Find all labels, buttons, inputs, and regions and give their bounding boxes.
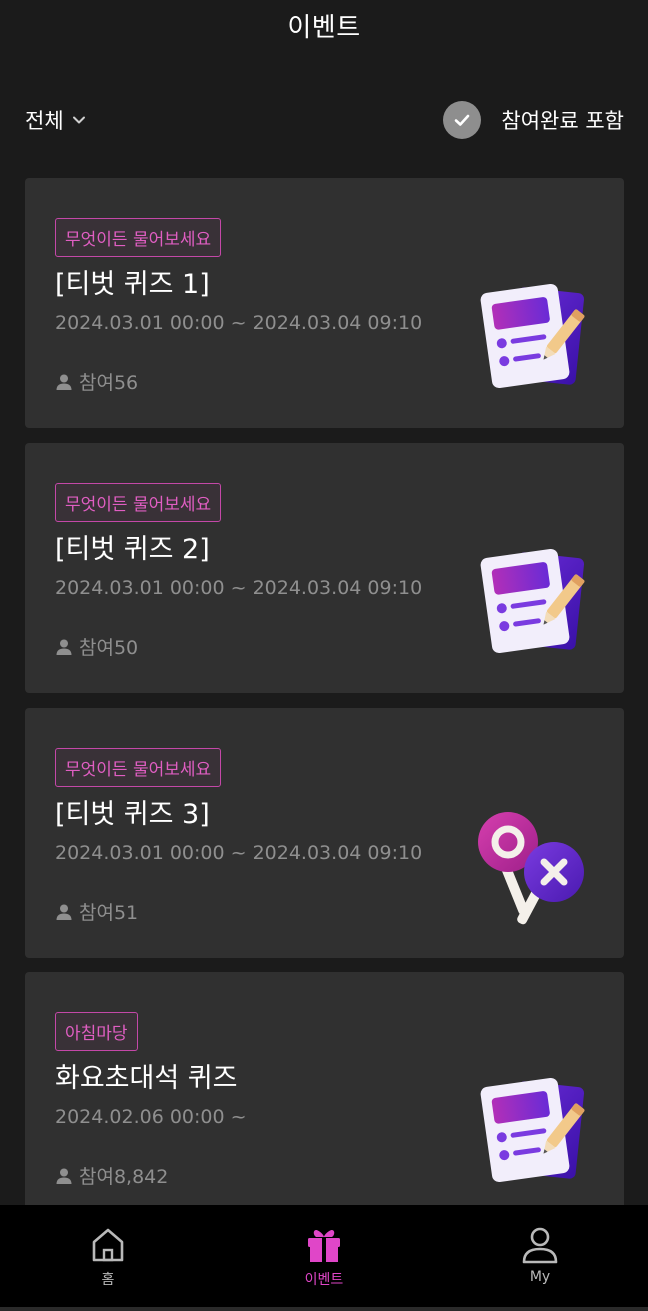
tab-home-label: 홈 (101, 1272, 115, 1288)
event-card[interactable]: 무엇이든 물어보세요 [티벗 퀴즈 1] 2024.03.01 00:00 ~ … (25, 178, 624, 428)
category-badge: 아침마당 (55, 1012, 138, 1051)
category-badge: 무엇이든 물어보세요 (55, 218, 222, 257)
chevron-down-icon (72, 116, 85, 124)
event-card[interactable]: 아침마당 화요초대석 퀴즈 2024.02.06 00:00 ~ 참여8,842 (25, 972, 624, 1222)
check-icon[interactable] (443, 101, 482, 139)
event-card[interactable]: 무엇이든 물어보세요 [티벗 퀴즈 3] 2024.03.01 00:00 ~ … (25, 708, 624, 958)
tab-home[interactable]: 홈 (28, 1205, 188, 1289)
app-header: 이벤트 (0, 0, 648, 56)
page-title: 이벤트 (287, 12, 361, 43)
event-title: [티벗 퀴즈 2] (55, 534, 210, 565)
include-completed-toggle[interactable]: 참여완료 포함 (443, 101, 624, 139)
event-title: 화요초대석 퀴즈 (55, 1063, 238, 1094)
event-date: 2024.03.01 00:00 ~ 2024.03.04 09:10 (55, 312, 423, 334)
event-title: [티벗 퀴즈 1] (55, 269, 210, 300)
participant-count-text: 참여50 (79, 637, 139, 659)
event-title: [티벗 퀴즈 3] (55, 799, 210, 830)
event-card[interactable]: 무엇이든 물어보세요 [티벗 퀴즈 2] 2024.03.01 00:00 ~ … (25, 443, 624, 693)
ox-paddles-icon (478, 812, 584, 925)
quiz-document-icon (480, 1077, 585, 1183)
bottom-tab-bar: 홈 이벤트 My (0, 1205, 648, 1311)
person-icon (56, 639, 72, 655)
participant-count-text: 참여56 (79, 372, 139, 394)
event-date: 2024.03.01 00:00 ~ 2024.03.04 09:10 (55, 577, 423, 599)
event-date: 2024.02.06 00:00 ~ (55, 1106, 247, 1128)
category-badge: 무엇이든 물어보세요 (55, 483, 222, 522)
participant-count: 참여51 (55, 898, 138, 925)
quiz-document-icon (480, 548, 585, 654)
bottom-divider (0, 1307, 648, 1311)
category-badge: 무엇이든 물어보세요 (55, 748, 222, 787)
participant-count: 참여50 (55, 633, 138, 660)
participant-count: 참여8,842 (55, 1162, 168, 1189)
gift-icon (308, 1230, 340, 1262)
person-icon (56, 374, 72, 390)
person-icon (56, 1168, 72, 1184)
participant-count: 참여56 (55, 368, 138, 395)
participant-count-text: 참여51 (79, 902, 139, 924)
event-date: 2024.03.01 00:00 ~ 2024.03.04 09:10 (55, 842, 423, 864)
tab-my-label: My (529, 1269, 551, 1285)
include-completed-label: 참여완료 포함 (501, 109, 624, 133)
participant-count-text: 참여8,842 (79, 1166, 169, 1188)
tab-my[interactable]: My (460, 1205, 620, 1285)
category-filter-label: 전체 (25, 109, 64, 133)
quiz-document-icon (480, 283, 585, 389)
person-icon (56, 904, 72, 920)
home-icon (92, 1228, 124, 1262)
user-icon (522, 1227, 558, 1264)
tab-event[interactable]: 이벤트 (244, 1205, 404, 1289)
filter-bar: 전체 참여완료 포함 (25, 96, 624, 144)
tab-event-label: 이벤트 (304, 1272, 344, 1288)
category-filter-dropdown[interactable]: 전체 (25, 105, 86, 135)
